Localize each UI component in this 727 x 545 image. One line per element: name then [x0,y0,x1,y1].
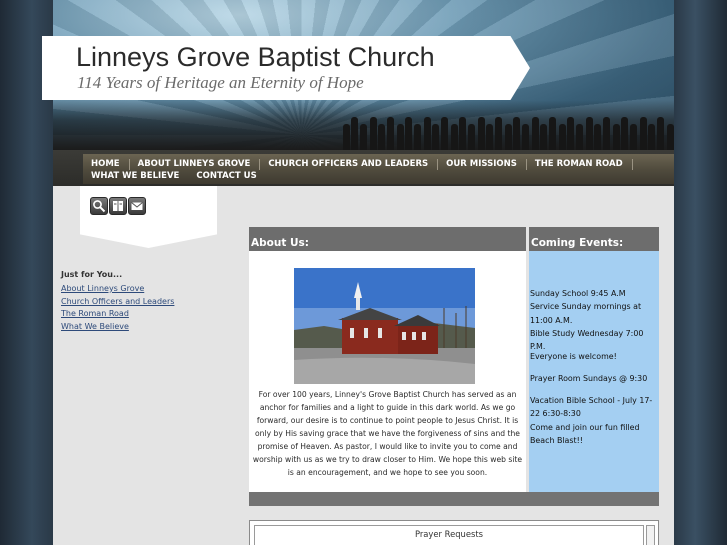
events-prayer-room: Prayer Room Sundays @ 9:30 [529,372,659,385]
nav-item-contact[interactable]: CONTACT US [196,171,265,182]
about-heading: About Us: [251,237,309,249]
crowd-figure [405,117,412,150]
search-icon[interactable] [90,197,108,215]
toolbar-icons [90,197,146,215]
events-header: Coming Events: [529,227,659,251]
events-heading: Coming Events: [531,237,624,249]
about-header: About Us: [249,227,526,251]
sidebar-link-beliefs[interactable]: What We Believe [61,321,231,334]
crowd-figure [657,117,664,150]
event-sunday-school: Sunday School 9:45 A.M [530,289,626,298]
events-schedule: Sunday School 9:45 A.M Service Sunday mo… [529,287,659,353]
about-text: For over 100 years, Linney's Grove Bapti… [252,390,523,477]
events-panel: Sunday School 9:45 A.M Service Sunday mo… [529,251,659,492]
crowd-figure [613,124,620,150]
page-frame-right [674,0,727,545]
sidebar-link-officers[interactable]: Church Officers and Leaders [61,296,231,309]
crowd-figure [559,124,566,150]
nav-item-roman-road[interactable]: THE ROMAN ROAD [535,159,633,170]
crowd-figure [370,117,377,150]
nav-item-home[interactable]: HOME [91,159,130,170]
nav-item-beliefs[interactable]: WHAT WE BELIEVE [91,171,188,182]
crowd-figure [532,117,539,150]
crowd-figure [397,124,404,150]
crowd-figure [495,117,502,150]
crowd-figure [360,124,367,150]
crowd-figure [424,117,431,150]
crowd-figure [648,124,655,150]
crowd-figure [630,124,637,150]
crowd-figure [549,117,556,150]
crowd-figure [603,117,610,150]
crowd-figure [387,117,394,150]
events-vbs: Vacation Bible School - July 17-22 6:30-… [529,394,659,447]
crowd-figure [378,124,385,150]
sidebar-link-roman-road[interactable]: The Roman Road [61,308,231,321]
crowd-figure [343,124,350,150]
crowd-figure [505,124,512,150]
crowd-figure [351,117,358,150]
crowd-figure [586,117,593,150]
prayer-requests-frame[interactable]: Prayer Requests [254,525,644,545]
crowd-figure [513,117,520,150]
crowd-figure [414,124,421,150]
nav-item-officers[interactable]: CHURCH OFFICERS AND LEADERS [268,159,439,170]
sidebar-link-about[interactable]: About Linneys Grove [61,283,231,296]
crowd-figure [478,117,485,150]
book-icon[interactable] [109,197,127,215]
crowd-figure [468,124,475,150]
prayer-requests-box: Prayer Requests [249,520,659,545]
event-vbs: Vacation Bible School - July 17-22 6:30-… [530,396,653,419]
events-welcome: Everyone is welcome! [529,350,659,363]
crowd-figure [451,124,458,150]
event-prayer-room: Prayer Room Sundays @ 9:30 [530,374,648,383]
nav-items: HOME ABOUT LINNEYS GROVE CHURCH OFFICERS… [91,159,671,182]
sidebar: Just for You... About Linneys Grove Chur… [61,270,231,333]
crowd-figure [540,124,547,150]
sidebar-heading: Just for You... [61,270,123,279]
event-service: Service Sunday mornings at 11:00 A.M. [530,302,642,325]
site-title[interactable]: Linneys Grove Baptist Church [76,42,435,73]
mail-icon[interactable] [128,197,146,215]
crowd-figure [522,124,529,150]
crowd-figure [640,117,647,150]
crowd-figure [486,124,493,150]
crowd-silhouette-graphic [53,100,674,150]
header-banner: Linneys Grove Baptist Church 114 Years o… [42,36,530,100]
event-welcome: Everyone is welcome! [530,352,617,361]
prayer-requests-label: Prayer Requests [414,529,484,539]
prayer-requests-scrollbar[interactable] [646,525,655,545]
content-footer-bar [249,492,659,506]
event-vbs-join: Come and join our fun filled Beach Blast… [530,422,640,445]
nav-item-missions[interactable]: OUR MISSIONS [446,159,527,170]
church-photo [294,268,475,384]
crowd-figure [459,117,466,150]
site-tagline: 114 Years of Heritage an Eternity of Hop… [77,73,364,92]
crowd-figure [621,117,628,150]
crowd-figure [441,117,448,150]
crowd-figure [576,124,583,150]
crowd-figure [594,124,601,150]
crowd-figure [567,117,574,150]
nav-item-about[interactable]: ABOUT LINNEYS GROVE [138,159,261,170]
crowd-figure [432,124,439,150]
crowd-figure [667,124,674,150]
